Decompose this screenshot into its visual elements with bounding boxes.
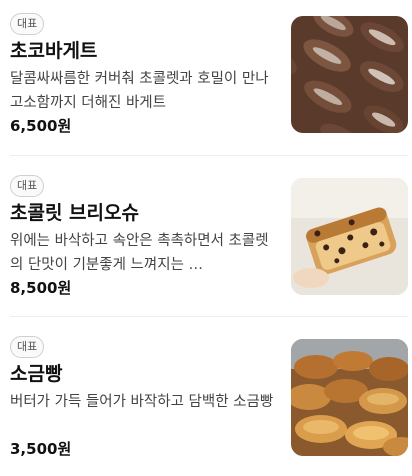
menu-item-description: 위에는 바삭하고 속안은 촉촉하면서 초콜렛의 단맛이 기분좋게 느껴지는 … [10, 233, 269, 273]
chocolate-baguette-photo[interactable] [291, 16, 408, 133]
menu-item-name: 소금빵 [10, 363, 63, 385]
menu-item-choco-baguette[interactable]: 대표 초코바게트 달콤싸싸름한 커버춰 초콜렛과 호밀이 만나 고소함까지 더해… [0, 8, 412, 148]
menu-item-description: 버터가 가득 들어가 바작하고 담백한 소금빵 [10, 394, 274, 410]
divider [10, 316, 408, 317]
menu-item-name: 초콜릿 브리오슈 [10, 202, 139, 224]
menu-item-description: 달콤싸싸름한 커버춰 초콜렛과 호밀이 만나 고소함까지 더해진 바게트 [10, 71, 269, 111]
menu-item-price: 6,500원 [10, 117, 72, 135]
menu-item-chocolate-brioche[interactable]: 대표 초콜릿 브리오슈 위에는 바삭하고 속안은 촉촉하면서 초콜렛의 단맛이 … [0, 170, 412, 310]
signature-badge: 대표 [10, 175, 45, 197]
signature-badge: 대표 [10, 336, 45, 358]
signature-badge: 대표 [10, 13, 45, 35]
menu-item-name: 초코바게트 [10, 40, 98, 62]
salt-bread-photo[interactable] [291, 339, 408, 456]
menu-item-salt-bread[interactable]: 대표 소금빵 버터가 가득 들어가 바작하고 담백한 소금빵 3,500원 [0, 331, 412, 471]
menu-item-price: 3,500원 [10, 440, 72, 458]
menu-list: 대표 초코바게트 달콤싸싸름한 커버춰 초콜렛과 호밀이 만나 고소함까지 더해… [0, 0, 412, 476]
chocolate-brioche-photo[interactable] [291, 178, 408, 295]
divider [10, 155, 408, 156]
menu-item-price: 8,500원 [10, 279, 72, 297]
